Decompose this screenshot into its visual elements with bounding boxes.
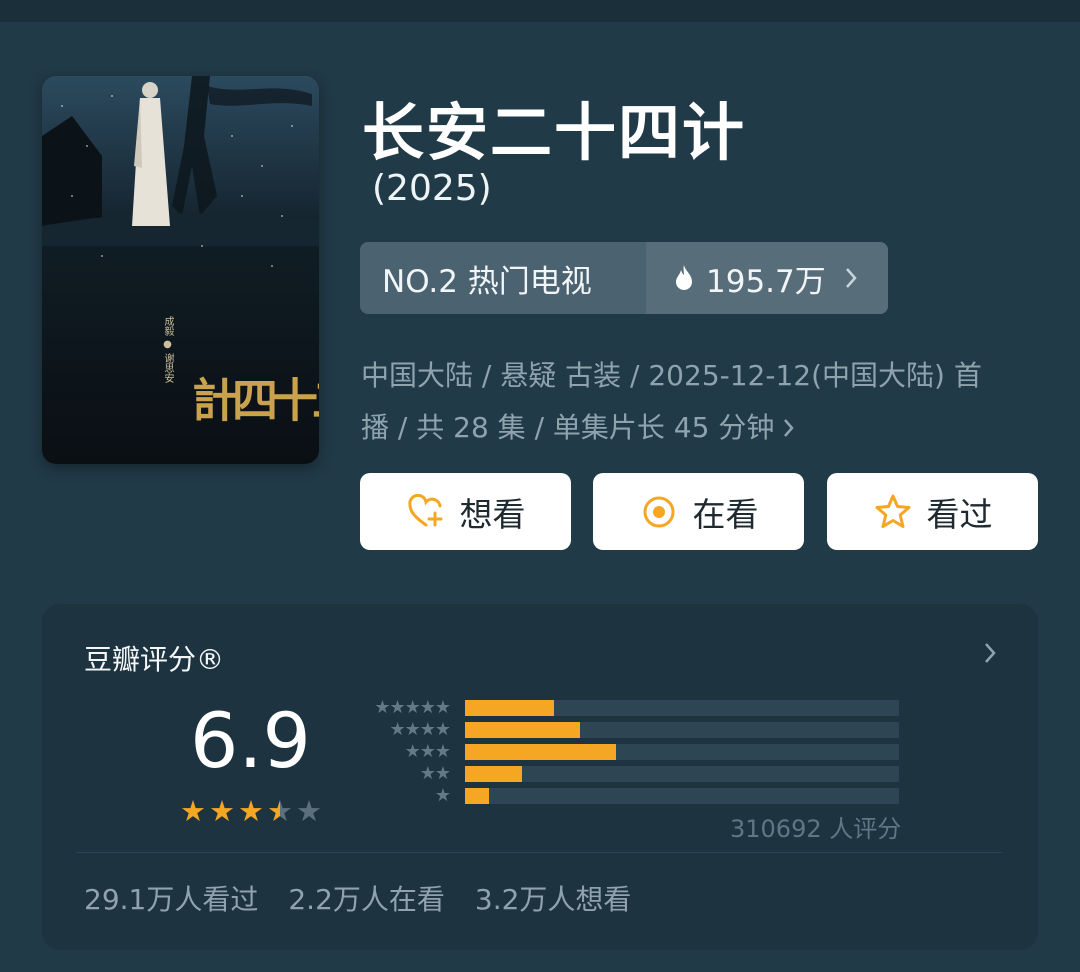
- distribution-bar-track: [465, 722, 899, 738]
- stat-want: 3.2万人想看: [474, 883, 632, 916]
- rating-star-icon: ★: [296, 794, 322, 828]
- show-title: 长安二十四计: [362, 96, 747, 169]
- chevron-right-icon: [784, 419, 795, 437]
- distribution-bar-track: [465, 700, 899, 716]
- rating-stars: ★ ★ ★ ★ ★: [180, 796, 322, 826]
- rating-star-icon: ★: [267, 794, 293, 828]
- distribution-bar-track: [465, 788, 899, 804]
- rating-star-icon: ★: [180, 794, 206, 828]
- rating-star-icon: ★: [238, 794, 264, 828]
- status-bar: [0, 0, 1080, 22]
- stat-watching: 2.2万人在看: [288, 883, 445, 916]
- distribution-stars-label: ★★★: [352, 741, 451, 764]
- rating-count: 310692 人评分: [730, 815, 902, 843]
- rating-header: 豆瓣评分®: [84, 643, 225, 676]
- watching-button[interactable]: 在看: [593, 473, 804, 550]
- star-outline-icon: [875, 494, 910, 528]
- poster-image[interactable]: 成毅 ● 谢思安 長安二十四計: [42, 76, 319, 464]
- divider: [76, 852, 1002, 853]
- distribution-stars-icons: ★★★★: [389, 719, 451, 740]
- poster-title-art: 長安二十四計: [185, 376, 319, 422]
- rank-badge[interactable]: NO.2 热门电视 195.7万: [360, 242, 888, 314]
- distribution-stars-label: ★: [352, 785, 451, 808]
- chevron-right-icon[interactable]: [982, 641, 998, 665]
- stat-watched: 29.1万人看过: [84, 883, 259, 916]
- rating-score: 6.9: [190, 696, 311, 785]
- meta-line-1: 中国大陆 / 悬疑 古装 / 2025-12-12(中国大陆) 首: [361, 359, 982, 392]
- distribution-stars-icons: ★★★: [404, 741, 451, 762]
- distribution-bar: [465, 766, 522, 782]
- chevron-right-icon: [845, 268, 857, 288]
- distribution-bar-track: [465, 766, 899, 782]
- heat-section[interactable]: 195.7万: [646, 242, 888, 314]
- distribution-stars-label: ★★: [352, 763, 451, 786]
- distribution-bar-track: [465, 744, 899, 760]
- target-circle-icon: [643, 496, 674, 527]
- rating-star-icon: ★: [209, 794, 235, 828]
- watched-button[interactable]: 看过: [827, 473, 1038, 550]
- poster-cast: 成毅 ● 谢思安: [162, 316, 173, 384]
- heart-plus-icon: [407, 493, 442, 526]
- distribution-stars-icons: ★: [434, 785, 451, 806]
- show-meta[interactable]: 中国大陆 / 悬疑 古装 / 2025-12-12(中国大陆) 首 播 / 共 …: [361, 350, 1041, 454]
- distribution-stars-icons: ★★★★★: [374, 697, 451, 718]
- watch-stats: 29.1万人看过 2.2万人在看 3.2万人想看: [84, 878, 631, 918]
- distribution-bar: [465, 744, 616, 760]
- meta-line-2: 播 / 共 28 集 / 单集片长 45 分钟: [361, 402, 1041, 454]
- heat-value: 195.7万: [706, 263, 826, 300]
- rank-label: NO.2 热门电视: [382, 263, 592, 300]
- show-year: (2025): [372, 168, 492, 209]
- distribution-bar: [465, 700, 554, 716]
- rating-card[interactable]: 豆瓣评分® 6.9 ★ ★ ★ ★ ★ ★★★★★ ★★★★ ★★★ ★★ ★ 310692 人…: [42, 604, 1038, 950]
- flame-icon: [676, 265, 692, 290]
- want-to-watch-button[interactable]: 想看: [360, 473, 571, 550]
- distribution-bar: [465, 722, 580, 738]
- distribution-bar: [465, 788, 489, 804]
- distribution-stars-label: ★★★★★: [352, 697, 451, 720]
- distribution-stars-icons: ★★: [419, 763, 451, 784]
- distribution-stars-label: ★★★★: [352, 719, 451, 742]
